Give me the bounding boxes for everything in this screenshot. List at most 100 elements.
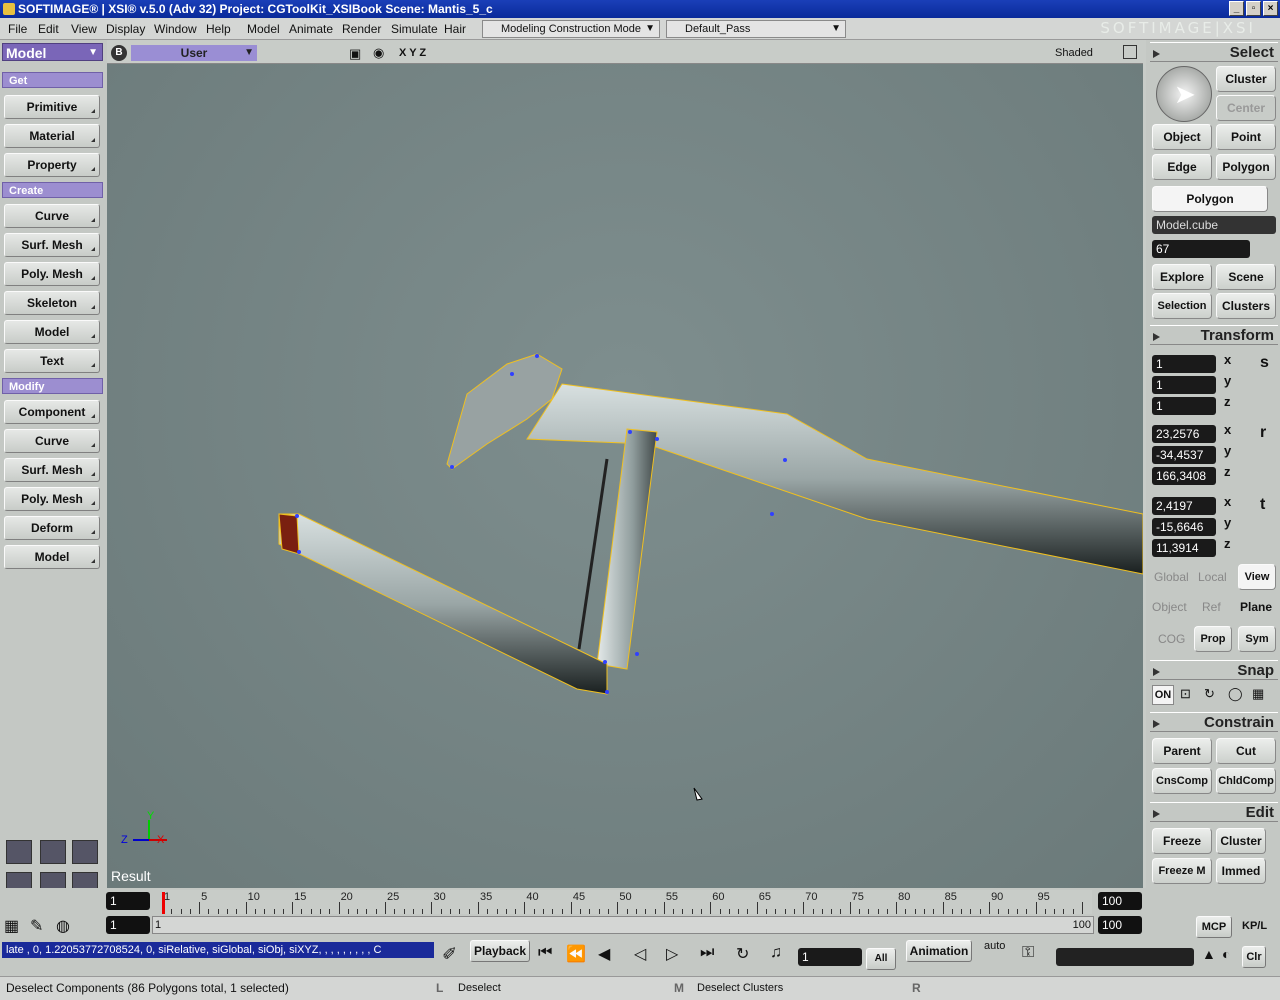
scale-z-label[interactable]: z: [1224, 394, 1231, 409]
menu-file[interactable]: File: [8, 22, 27, 36]
modify-poly-mesh-button[interactable]: Poly. Mesh: [4, 487, 100, 511]
key-toggle-icon[interactable]: ◐: [1222, 946, 1230, 962]
pass-select[interactable]: Default_Pass ▼: [666, 20, 846, 38]
translate-y-label[interactable]: y: [1224, 515, 1231, 530]
scale-z-field[interactable]: 1: [1152, 397, 1216, 415]
edit-header[interactable]: Edit: [1150, 802, 1278, 822]
modify-surf-mesh-button[interactable]: Surf. Mesh: [4, 458, 100, 482]
parent-button[interactable]: Parent: [1152, 738, 1212, 764]
clusters-button[interactable]: Clusters: [1216, 293, 1276, 319]
scene-button[interactable]: Scene: [1216, 264, 1276, 290]
snap-curve-icon[interactable]: ↻: [1204, 686, 1215, 702]
mcp-button[interactable]: MCP: [1196, 916, 1232, 938]
snap-surface-icon[interactable]: ◯: [1228, 686, 1243, 702]
kpl-button[interactable]: KP/L: [1242, 920, 1267, 932]
rotate-z-label[interactable]: z: [1224, 464, 1231, 479]
plane-toggle[interactable]: Plane: [1240, 600, 1272, 614]
clear-button[interactable]: Clr: [1242, 946, 1266, 968]
modify-model-button[interactable]: Model: [4, 545, 100, 569]
constrain-header[interactable]: Constrain: [1150, 712, 1278, 732]
menu-model[interactable]: Model: [247, 22, 280, 36]
transform-header[interactable]: Transform: [1150, 325, 1278, 345]
scale-x-label[interactable]: x: [1224, 352, 1231, 367]
scale-x-field[interactable]: 1: [1152, 355, 1216, 373]
maximize-button[interactable]: ▫: [1246, 1, 1261, 16]
timeline-end-field[interactable]: 100: [1098, 892, 1142, 910]
menu-view[interactable]: View: [71, 22, 97, 36]
menu-display[interactable]: Display: [106, 22, 145, 36]
cog-toggle[interactable]: COG: [1158, 632, 1185, 646]
play-backward-icon[interactable]: ◁: [634, 944, 646, 964]
menu-animate[interactable]: Animate: [289, 22, 333, 36]
rotate-x-label[interactable]: x: [1224, 422, 1231, 437]
prop-button[interactable]: Prop: [1194, 626, 1232, 652]
translate-x-field[interactable]: 2,4197: [1152, 497, 1216, 515]
scale-y-field[interactable]: 1: [1152, 376, 1216, 394]
selected-object-field[interactable]: Model.cube: [1152, 216, 1276, 234]
prev-frame-icon[interactable]: ◀: [598, 944, 610, 964]
rotate-z-field[interactable]: 166,3408: [1152, 467, 1216, 485]
axis-toggles[interactable]: X Y Z: [399, 47, 426, 59]
viewport-3d[interactable]: Y Z X Result: [107, 64, 1144, 888]
timeline-ruler[interactable]: 1 5 10 15 20 25 30 35 40 45 50 55 60 65 70 75 80 85 90 95: [162, 890, 1092, 914]
material-button[interactable]: Material: [4, 124, 100, 148]
polygon-button[interactable]: Polygon: [1216, 154, 1276, 180]
key-icon[interactable]: ⚿: [1022, 944, 1034, 962]
modify-component-button[interactable]: Component: [4, 400, 100, 424]
selection-count-field[interactable]: 67: [1152, 240, 1250, 258]
ref-toggle[interactable]: Ref: [1202, 600, 1221, 614]
freeze-cluster-button[interactable]: Cluster: [1216, 828, 1266, 854]
center-button[interactable]: Center: [1216, 95, 1276, 121]
layout-quad-icon[interactable]: [72, 840, 98, 864]
range-slider[interactable]: 1 100: [152, 916, 1094, 934]
key-up-icon[interactable]: ▲: [1202, 946, 1216, 962]
property-button[interactable]: Property: [4, 153, 100, 177]
menu-edit[interactable]: Edit: [38, 22, 59, 36]
primitive-button[interactable]: Primitive: [4, 95, 100, 119]
section-get[interactable]: Get: [2, 72, 103, 88]
playback-menu[interactable]: Playback: [470, 940, 530, 962]
layout-split-icon[interactable]: [40, 840, 66, 864]
script-command-line[interactable]: late , 0, 1.22053772708524, 0, siRelativ…: [2, 942, 434, 958]
key-value-field[interactable]: [1056, 948, 1194, 966]
snap-on-toggle[interactable]: ON: [1152, 685, 1174, 705]
view-tag-badge[interactable]: B: [111, 45, 127, 61]
menu-hair[interactable]: Hair: [444, 22, 466, 36]
palette-tool-icon[interactable]: ◍: [56, 916, 70, 936]
prev-key-icon[interactable]: ⏪: [566, 944, 586, 964]
range-end-field[interactable]: 100: [1098, 916, 1142, 934]
next-frame-icon[interactable]: ⏭: [700, 944, 714, 962]
audio-icon[interactable]: ♫: [770, 944, 782, 962]
section-modify[interactable]: Modify: [2, 378, 103, 394]
selection-button[interactable]: Selection: [1152, 293, 1212, 319]
create-poly-mesh-button[interactable]: Poly. Mesh: [4, 262, 100, 286]
script-editor-icon[interactable]: ✐: [442, 944, 457, 965]
current-frame-field[interactable]: 1: [798, 948, 862, 966]
camera-select[interactable]: User ▼: [131, 45, 257, 61]
create-skeleton-button[interactable]: Skeleton: [4, 291, 100, 315]
modify-curve-button[interactable]: Curve: [4, 429, 100, 453]
chldcomp-button[interactable]: ChldComp: [1216, 768, 1276, 794]
camera-icon[interactable]: ▣: [349, 46, 361, 62]
range-start-field[interactable]: 1: [106, 916, 150, 934]
animation-menu[interactable]: Animation: [906, 940, 972, 962]
timeline-start-field[interactable]: 1: [106, 892, 150, 910]
rotate-y-label[interactable]: y: [1224, 443, 1231, 458]
sym-button[interactable]: Sym: [1238, 626, 1276, 652]
rotate-x-field[interactable]: 23,2576: [1152, 425, 1216, 443]
select-header[interactable]: Select: [1150, 42, 1278, 62]
minimize-button[interactable]: _: [1229, 1, 1244, 16]
eye-icon[interactable]: ◉: [373, 45, 384, 61]
snap-point-icon[interactable]: ⊡: [1180, 686, 1191, 702]
auto-key-label[interactable]: auto: [984, 940, 1005, 952]
local-toggle[interactable]: Local: [1198, 570, 1227, 584]
create-text-button[interactable]: Text: [4, 349, 100, 373]
translate-x-label[interactable]: x: [1224, 494, 1231, 509]
rotate-r-button[interactable]: r: [1260, 424, 1266, 442]
limb-end-cap[interactable]: [278, 513, 300, 555]
translate-y-field[interactable]: -15,6646: [1152, 518, 1216, 536]
global-toggle[interactable]: Global: [1154, 570, 1189, 584]
object-button[interactable]: Object: [1152, 124, 1212, 150]
lower-limb-mesh[interactable]: [278, 513, 608, 695]
menu-help[interactable]: Help: [206, 22, 231, 36]
